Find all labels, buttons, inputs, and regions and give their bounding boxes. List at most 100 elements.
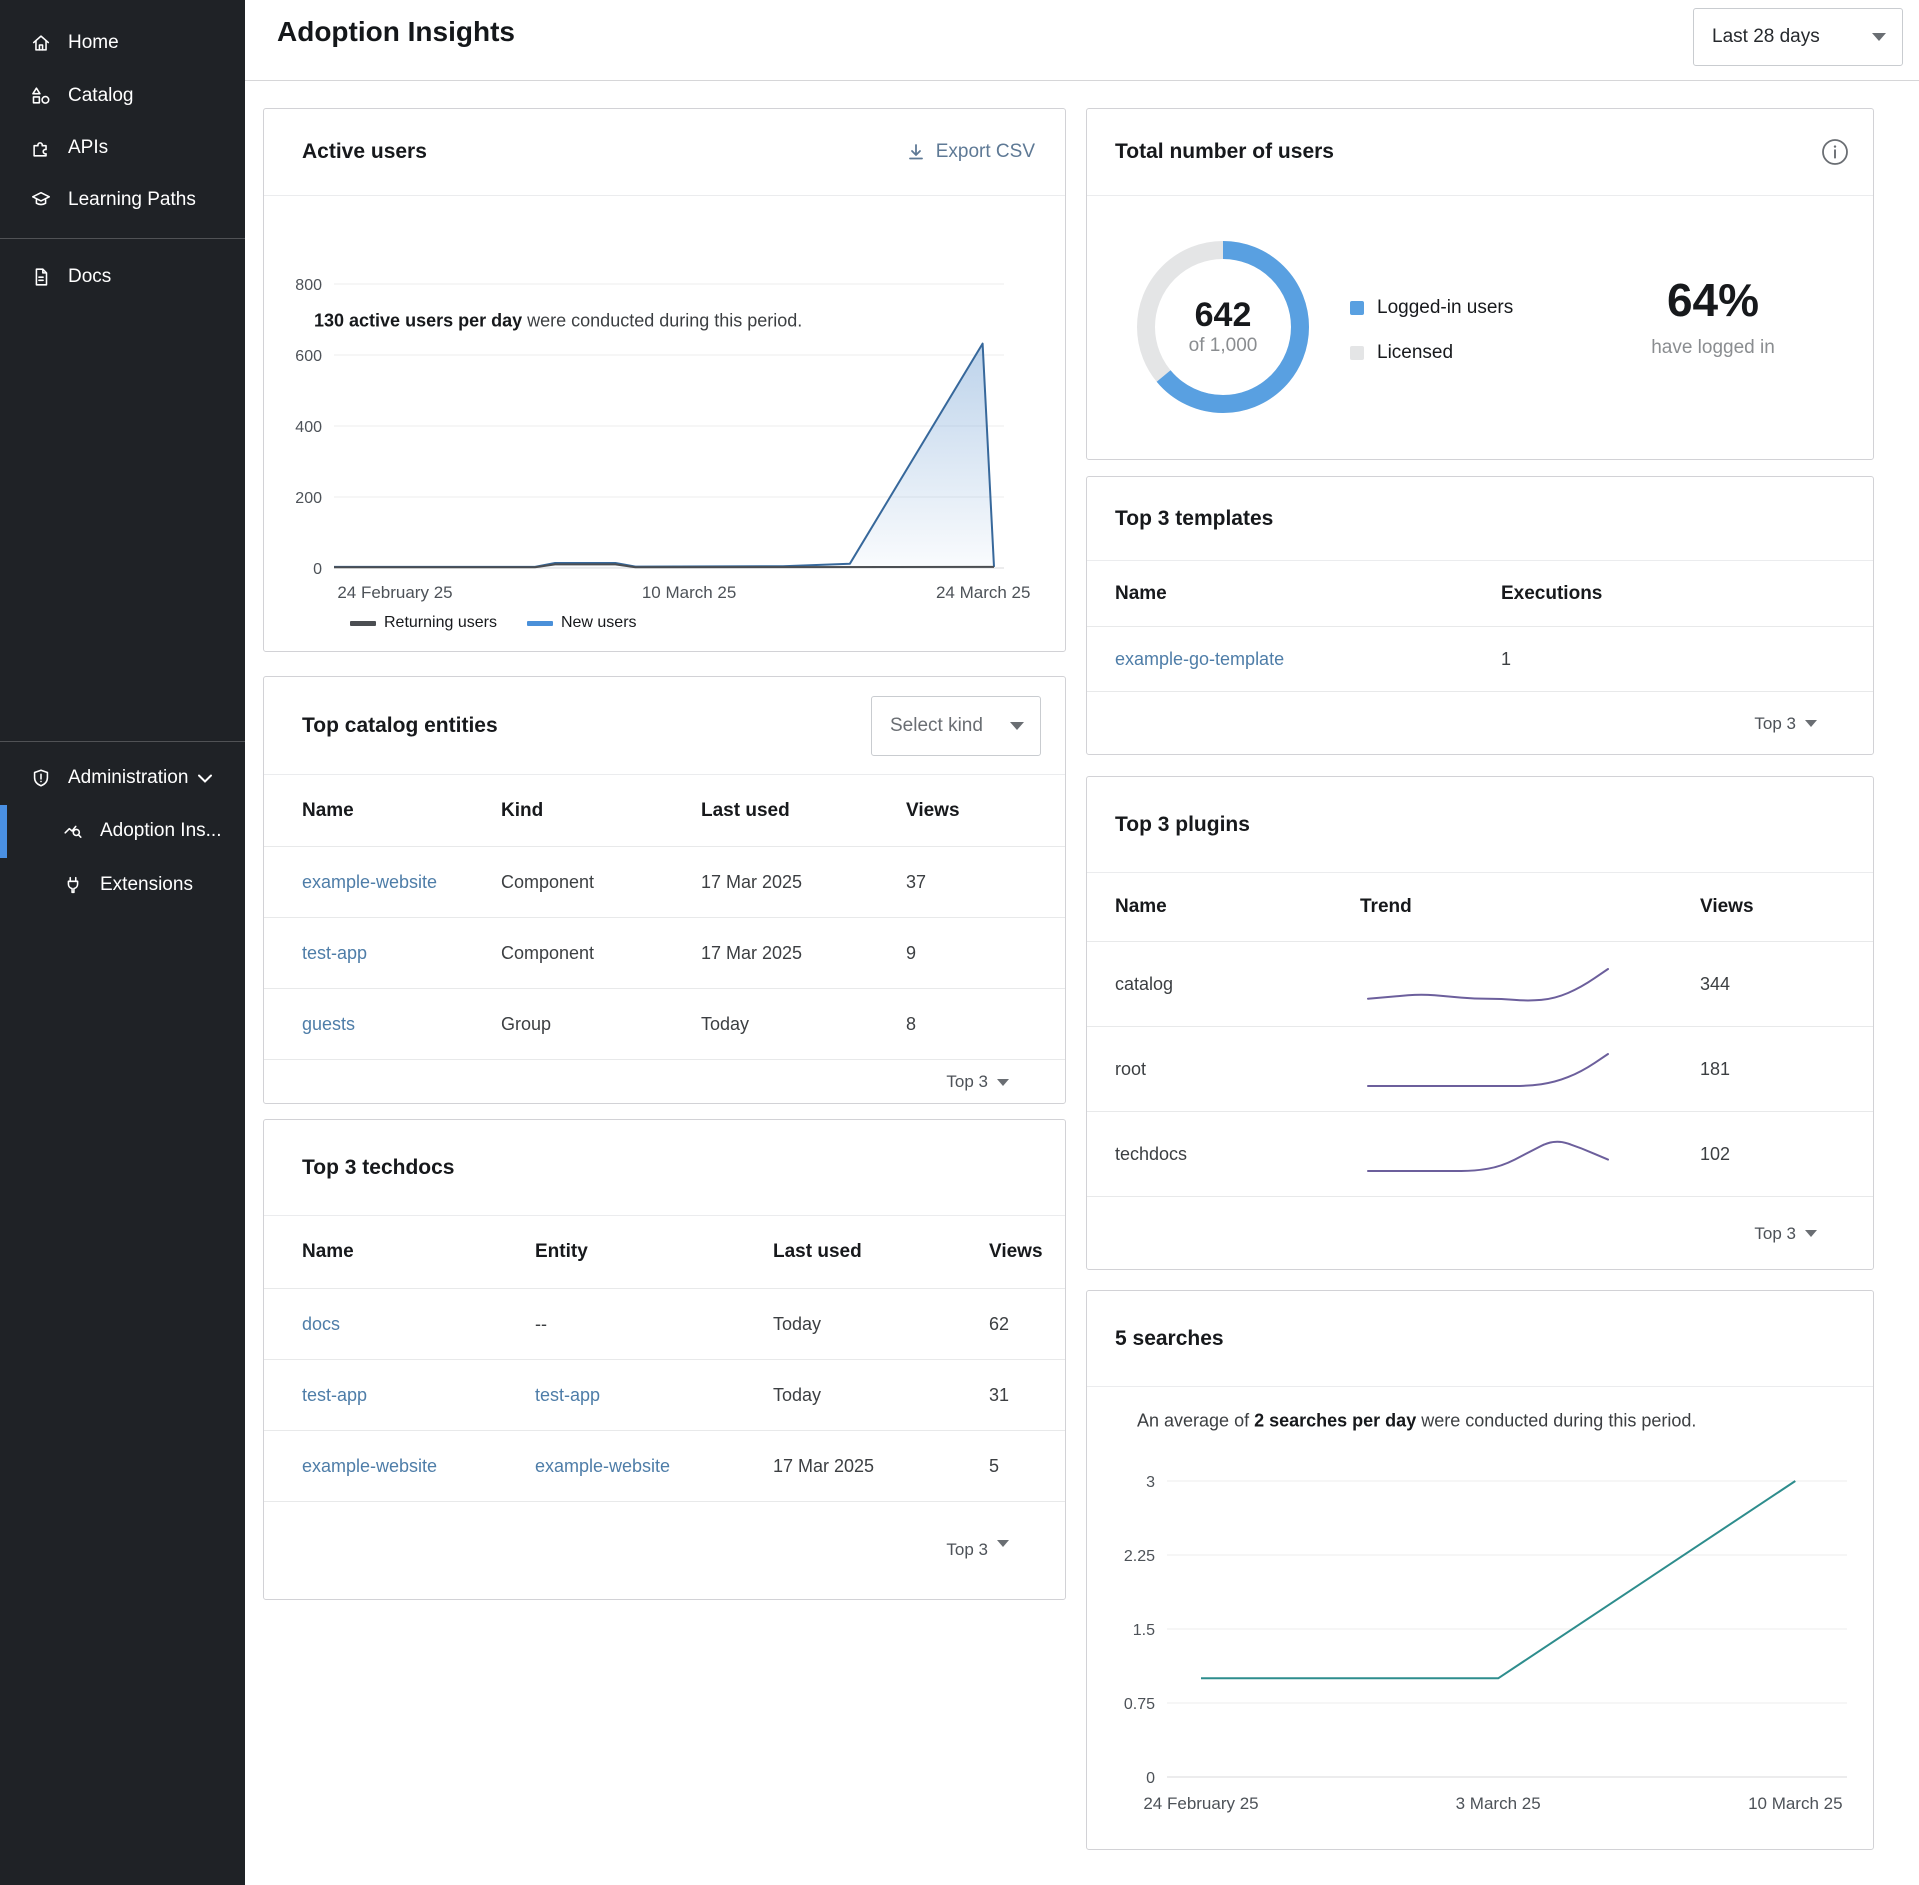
template-link[interactable]: example-go-template xyxy=(1115,649,1501,670)
sidebar-item-docs[interactable]: Docs xyxy=(0,259,245,295)
cell-views: 5 xyxy=(989,1456,1025,1477)
entity-link[interactable]: test-app xyxy=(302,943,501,964)
sidebar-item-adoption-insights[interactable]: Adoption Ins... xyxy=(0,813,245,849)
table-row: techdocs 102 xyxy=(1087,1111,1873,1196)
table-header: Name Entity Last used Views xyxy=(264,1216,1065,1288)
insights-chart-icon xyxy=(62,820,84,842)
sidebar-item-label: Adoption Ins... xyxy=(100,820,221,842)
entity-link[interactable]: guests xyxy=(302,1014,501,1035)
card-title: Top 3 templates xyxy=(1115,507,1273,531)
table-row: test-app Component 17 Mar 2025 9 xyxy=(264,917,1065,988)
date-range-select[interactable]: Last 28 days xyxy=(1693,8,1903,66)
techdoc-link[interactable]: test-app xyxy=(302,1385,535,1406)
svg-text:24 March 25: 24 March 25 xyxy=(936,583,1031,602)
sidebar-item-label: APIs xyxy=(68,137,108,159)
sidebar-item-learning-paths[interactable]: Learning Paths xyxy=(0,182,245,218)
svg-text:400: 400 xyxy=(295,419,322,436)
chevron-down-icon xyxy=(1872,33,1886,41)
techdoc-link[interactable]: example-website xyxy=(302,1456,535,1477)
legend-item: Returning users xyxy=(350,614,497,632)
svg-text:0.75: 0.75 xyxy=(1124,1696,1155,1713)
active-users-chart: 800600400200024 February 2510 March 2524… xyxy=(264,259,1067,624)
svg-text:3 March 25: 3 March 25 xyxy=(1456,1794,1541,1813)
card-title: Top 3 techdocs xyxy=(302,1156,454,1180)
svg-text:10 March 25: 10 March 25 xyxy=(642,583,737,602)
top-n-selector[interactable]: Top 3 xyxy=(1087,691,1873,755)
sidebar-item-label: Extensions xyxy=(100,874,193,896)
sidebar-item-home[interactable]: Home xyxy=(0,25,245,61)
sidebar-item-label: Learning Paths xyxy=(68,189,196,211)
sidebar-item-administration[interactable]: Administration xyxy=(0,760,245,796)
table-header: Name Kind Last used Views xyxy=(264,775,1065,846)
cell-last-used: Today xyxy=(773,1385,989,1406)
cell-views: 62 xyxy=(989,1314,1025,1335)
top-n-selector[interactable]: Top 3 xyxy=(264,1059,1065,1104)
card-title: Active users xyxy=(302,140,427,164)
searches-chart: 32.251.50.75024 February 253 March 2510 … xyxy=(1087,1451,1875,1831)
sidebar-item-label: Administration xyxy=(68,767,188,789)
document-icon xyxy=(30,266,52,288)
entity-link[interactable]: example-website xyxy=(535,1456,773,1477)
plug-icon xyxy=(62,874,84,896)
cell-last-used: 17 Mar 2025 xyxy=(773,1456,989,1477)
table-header: Name Executions xyxy=(1087,561,1873,626)
top-n-selector[interactable]: Top 3 xyxy=(264,1501,1065,1600)
sidebar-divider xyxy=(0,238,245,239)
legend-item: Logged-in users xyxy=(1350,297,1513,319)
adoption-insights-page: Home Catalog APIs Learning Paths Docs Ad… xyxy=(0,0,1919,1885)
svg-text:10 March 25: 10 March 25 xyxy=(1748,1794,1843,1813)
export-csv-button[interactable]: Export CSV xyxy=(900,140,1041,164)
kind-filter-select[interactable]: Select kind xyxy=(871,696,1041,756)
cell-entity: -- xyxy=(535,1314,773,1335)
svg-text:0: 0 xyxy=(313,561,322,578)
top-techdocs-card: Top 3 techdocs Name Entity Last used Vie… xyxy=(263,1119,1066,1600)
card-title: Top catalog entities xyxy=(302,714,498,738)
chevron-down-icon xyxy=(198,767,212,789)
card-title: Total number of users xyxy=(1115,140,1334,164)
date-range-value: Last 28 days xyxy=(1712,26,1820,48)
cell-views: 8 xyxy=(906,1014,1025,1035)
techdoc-link[interactable]: docs xyxy=(302,1314,535,1335)
searches-card: 5 searches An average of 2 searches per … xyxy=(1086,1290,1874,1850)
sidebar-item-apis[interactable]: APIs xyxy=(0,130,245,166)
entity-link[interactable]: test-app xyxy=(535,1385,773,1406)
cell-plugin-name: techdocs xyxy=(1115,1144,1360,1165)
cell-plugin-name: catalog xyxy=(1115,974,1360,995)
chevron-down-icon xyxy=(1805,720,1817,727)
chevron-down-icon xyxy=(997,1540,1009,1547)
col-views: Views xyxy=(906,800,1025,822)
top-catalog-entities-card: Top catalog entities Select kind Name Ki… xyxy=(263,676,1066,1104)
kind-filter-placeholder: Select kind xyxy=(890,715,983,737)
cell-views: 344 xyxy=(1700,974,1833,995)
col-last-used: Last used xyxy=(773,1241,989,1263)
download-icon xyxy=(906,142,926,162)
col-kind: Kind xyxy=(501,800,701,822)
svg-text:800: 800 xyxy=(295,277,322,294)
sidebar-item-catalog[interactable]: Catalog xyxy=(0,78,245,114)
sidebar-item-extensions[interactable]: Extensions xyxy=(0,867,245,903)
cell-kind: Component xyxy=(501,943,701,964)
active-users-legend: Returning users New users xyxy=(350,614,637,632)
top-plugins-card: Top 3 plugins Name Trend Views catalog 3… xyxy=(1086,776,1874,1270)
col-name: Name xyxy=(1115,896,1360,918)
table-header: Name Trend Views xyxy=(1087,873,1873,941)
sidebar-item-label: Home xyxy=(68,32,119,54)
svg-text:0: 0 xyxy=(1146,1770,1155,1787)
table-row: example-go-template 1 xyxy=(1087,626,1873,691)
page-title: Adoption Insights xyxy=(277,16,515,48)
col-executions: Executions xyxy=(1501,583,1833,605)
active-users-card: Active users Export CSV 130 active users… xyxy=(263,108,1066,652)
col-views: Views xyxy=(1700,896,1833,918)
svg-text:24 February 25: 24 February 25 xyxy=(337,583,452,602)
svg-text:1.5: 1.5 xyxy=(1133,1622,1155,1639)
top-n-selector[interactable]: Top 3 xyxy=(1087,1196,1873,1270)
svg-text:200: 200 xyxy=(295,490,322,507)
searches-summary: An average of 2 searches per day were co… xyxy=(1137,1411,1696,1432)
sidebar-item-label: Docs xyxy=(68,266,111,288)
puzzle-icon xyxy=(30,137,52,159)
trend-sparkline xyxy=(1360,1129,1616,1179)
entity-link[interactable]: example-website xyxy=(302,872,501,893)
cell-plugin-name: root xyxy=(1115,1059,1360,1080)
cell-views: 181 xyxy=(1700,1059,1833,1080)
info-icon[interactable] xyxy=(1821,138,1849,166)
